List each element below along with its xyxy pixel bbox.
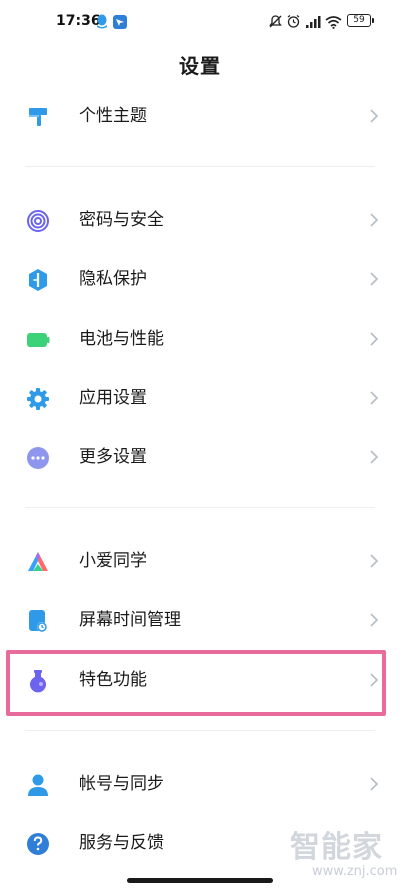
settings-item-more-settings[interactable]: 更多设置	[0, 429, 400, 485]
section-divider	[25, 166, 375, 167]
screen-time-icon	[26, 609, 50, 633]
settings-item-label: 电池与性能	[79, 329, 164, 349]
home-indicator[interactable]	[127, 878, 273, 883]
settings-item-label: 服务与反馈	[79, 833, 164, 853]
wifi-icon	[325, 14, 342, 33]
settings-item-label: 小爱同学	[79, 551, 147, 571]
watermark-url: www.znj.com	[312, 864, 398, 879]
section-divider	[25, 730, 375, 731]
shield-icon	[26, 268, 50, 292]
silent-bell-icon	[268, 14, 283, 33]
settings-item-label: 个性主题	[79, 106, 147, 126]
section-divider	[25, 507, 375, 508]
settings-item-privacy[interactable]: 隐私保护	[0, 251, 400, 307]
gear-icon	[26, 387, 50, 411]
settings-item-password-security[interactable]: 密码与安全	[0, 192, 400, 248]
settings-item-label: 密码与安全	[79, 210, 164, 230]
alarm-icon	[286, 14, 301, 33]
settings-item-app-settings[interactable]: 应用设置	[0, 370, 400, 426]
settings-item-xiaoai[interactable]: 小爱同学	[0, 533, 400, 589]
battery-icon	[26, 328, 50, 352]
settings-item-account-sync[interactable]: 帐号与同步	[0, 756, 400, 812]
chevron-right-icon	[369, 212, 379, 228]
chevron-right-icon	[369, 776, 379, 792]
chevron-right-icon	[369, 390, 379, 406]
more-dots-icon	[26, 446, 50, 470]
qq-notification-icon	[95, 14, 109, 33]
settings-item-label: 屏幕时间管理	[79, 610, 181, 630]
status-bar: 17:36 59	[0, 0, 400, 44]
settings-item-screen-time[interactable]: 屏幕时间管理	[0, 592, 400, 648]
fingerprint-icon	[26, 209, 50, 233]
chevron-right-icon	[369, 449, 379, 465]
watermark: 智能家 www.znj.com	[290, 822, 397, 888]
settings-item-label: 更多设置	[79, 447, 147, 467]
settings-item-battery-performance[interactable]: 电池与性能	[0, 311, 400, 367]
settings-item-theme[interactable]: 个性主题	[0, 88, 400, 144]
settings-item-label: 帐号与同步	[79, 774, 164, 794]
cellular-signal-icon	[305, 14, 321, 33]
paint-roller-icon	[26, 105, 50, 129]
chevron-right-icon	[369, 271, 379, 287]
watermark-text: 智能家	[290, 830, 383, 865]
user-icon	[26, 773, 50, 797]
question-icon	[26, 832, 50, 856]
chevron-right-icon	[369, 553, 379, 569]
chevron-right-icon	[369, 612, 379, 628]
battery-indicator: 59	[347, 14, 374, 27]
chevron-right-icon	[369, 108, 379, 124]
page-title: 设置	[179, 54, 221, 78]
settings-item-label: 应用设置	[79, 388, 147, 408]
status-time: 17:36	[56, 13, 101, 29]
chevron-right-icon	[369, 331, 379, 347]
highlight-box	[6, 650, 386, 716]
xiaoai-assistant-icon	[26, 550, 50, 574]
settings-item-label: 隐私保护	[79, 269, 147, 289]
app-notification-icon	[113, 14, 127, 33]
